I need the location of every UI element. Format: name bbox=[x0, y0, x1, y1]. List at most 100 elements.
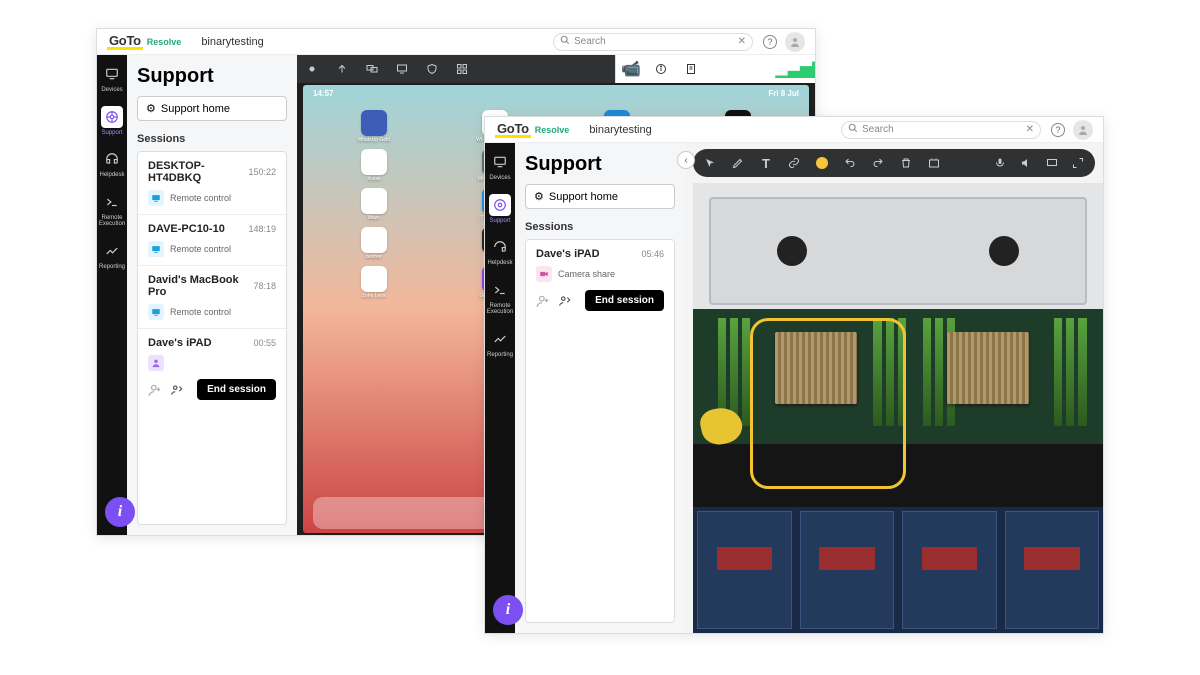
annotation-toolbar: T bbox=[693, 149, 1095, 177]
session-time: 148:19 bbox=[248, 224, 276, 234]
account-name[interactable]: binarytesting bbox=[589, 124, 651, 136]
page-title: Support bbox=[137, 65, 287, 88]
session-name: Dave's iPAD bbox=[148, 337, 212, 349]
end-session-button[interactable]: End session bbox=[585, 290, 664, 311]
session-card[interactable]: DAVE-PC10-10 148:19 Remote control bbox=[138, 215, 286, 266]
remote-toolbar-right: 📹 ▁▃▅▇ bbox=[615, 55, 815, 83]
nav-label: Remote Execution bbox=[487, 303, 513, 316]
nav-remote-execution[interactable]: Remote Execution bbox=[486, 279, 514, 316]
collapse-panel-button[interactable]: ‹ bbox=[677, 151, 695, 169]
product-logo: GoTo bbox=[107, 34, 143, 50]
pointer-icon[interactable] bbox=[703, 156, 717, 170]
nav-helpdesk[interactable]: Helpdesk bbox=[98, 148, 126, 179]
app-icon[interactable]: Xcess bbox=[315, 149, 433, 182]
app-label: Xcess bbox=[367, 176, 381, 182]
session-card[interactable]: David's MacBook Pro78:18Remote control bbox=[138, 266, 286, 329]
expand-icon[interactable] bbox=[1071, 156, 1085, 170]
app-label: Zoho Lens bbox=[362, 293, 386, 299]
tablet-date: Fri 8 Jul bbox=[768, 89, 799, 98]
nav-label: Support bbox=[489, 218, 510, 224]
mic-icon[interactable] bbox=[993, 156, 1007, 170]
camera-icon[interactable]: 📹 bbox=[624, 62, 638, 76]
app-icon[interactable]: WhatsUp Gold bbox=[315, 110, 433, 143]
search-input[interactable]: Search ✕ bbox=[841, 121, 1041, 139]
clear-search-icon[interactable]: ✕ bbox=[1026, 124, 1034, 135]
devices-icon bbox=[489, 151, 511, 173]
session-type: Remote control bbox=[170, 244, 231, 254]
info-icon[interactable] bbox=[654, 62, 668, 76]
session-card[interactable]: Dave's iPAD05:46Camera share End session bbox=[526, 240, 674, 319]
help-icon[interactable]: ? bbox=[763, 35, 777, 49]
undo-icon[interactable] bbox=[843, 156, 857, 170]
app-label: WhatsUp Gold bbox=[357, 137, 390, 143]
nav-devices[interactable]: Devices bbox=[486, 151, 514, 182]
screens-icon[interactable] bbox=[365, 62, 379, 76]
nav-devices[interactable]: Devices bbox=[98, 63, 126, 94]
clear-search-icon[interactable]: ✕ bbox=[738, 36, 746, 47]
support-home-button[interactable]: ⚙ Support home bbox=[525, 184, 675, 209]
redo-icon[interactable] bbox=[871, 156, 885, 170]
product-subname: Resolve bbox=[147, 37, 182, 47]
app-icon[interactable]: Waze bbox=[315, 188, 433, 221]
nav-label: Remote Execution bbox=[99, 215, 125, 228]
upload-icon[interactable] bbox=[335, 62, 349, 76]
search-placeholder: Search bbox=[862, 124, 894, 135]
add-user-icon[interactable] bbox=[536, 294, 550, 308]
annotation-highlight[interactable] bbox=[750, 318, 906, 489]
monitor-icon[interactable] bbox=[395, 62, 409, 76]
nav-helpdesk[interactable]: Helpdesk bbox=[486, 236, 514, 267]
user-avatar[interactable] bbox=[1073, 120, 1093, 140]
notes-icon[interactable] bbox=[684, 62, 698, 76]
record-icon[interactable] bbox=[305, 62, 319, 76]
camera-view-area: ‹ T bbox=[685, 143, 1103, 633]
support-icon bbox=[101, 106, 123, 128]
support-panel: Support ⚙ Support home Sessions Dave's i… bbox=[515, 143, 685, 633]
pen-icon[interactable] bbox=[731, 156, 745, 170]
info-fab[interactable]: i bbox=[105, 497, 135, 527]
link-icon[interactable] bbox=[787, 156, 801, 170]
product-logo: GoTo bbox=[495, 122, 531, 138]
nav-reporting[interactable]: Reporting bbox=[486, 328, 514, 359]
nav-reporting[interactable]: Reporting bbox=[98, 240, 126, 271]
remote-exec-icon bbox=[101, 191, 123, 213]
text-icon[interactable]: T bbox=[759, 156, 773, 170]
account-name[interactable]: binarytesting bbox=[201, 36, 263, 48]
helpdesk-icon bbox=[489, 236, 511, 258]
reporting-icon bbox=[101, 240, 123, 262]
shield-icon[interactable] bbox=[425, 62, 439, 76]
nav-label: Reporting bbox=[99, 264, 125, 270]
support-home-button[interactable]: ⚙ Support home bbox=[137, 96, 287, 121]
session-time: 78:18 bbox=[253, 281, 276, 291]
user-avatar[interactable] bbox=[785, 32, 805, 52]
camera-feed[interactable] bbox=[693, 183, 1103, 633]
sessions-heading: Sessions bbox=[525, 221, 675, 233]
nav-support[interactable]: Support bbox=[486, 194, 514, 225]
search-input[interactable]: Search ✕ bbox=[553, 33, 753, 51]
nav-remote-execution[interactable]: Remote Execution bbox=[98, 191, 126, 228]
swap-user-icon[interactable] bbox=[558, 294, 572, 308]
color-picker[interactable] bbox=[815, 156, 829, 170]
app-window-front: GoTo Resolve binarytesting Search ✕ ? De… bbox=[484, 116, 1104, 634]
session-name: DAVE-PC10-10 bbox=[148, 223, 225, 235]
app-icon[interactable]: brother bbox=[315, 227, 433, 260]
page-title: Support bbox=[525, 153, 675, 176]
nav-support[interactable]: Support bbox=[98, 106, 126, 137]
info-fab[interactable]: i bbox=[493, 595, 523, 625]
swap-user-icon[interactable] bbox=[170, 383, 184, 397]
share-screen-icon[interactable] bbox=[1045, 156, 1059, 170]
grid-icon[interactable] bbox=[455, 62, 469, 76]
reporting-icon bbox=[489, 328, 511, 350]
app-icon[interactable]: Zoho Lens bbox=[315, 266, 433, 299]
speaker-icon[interactable] bbox=[1019, 156, 1033, 170]
session-card[interactable]: DESKTOP-HT4DBKQ150:22Remote control bbox=[138, 152, 286, 215]
nav-rail: Devices Support Helpdesk Remote Executio… bbox=[485, 143, 515, 633]
add-user-icon[interactable] bbox=[148, 383, 162, 397]
sessions-list: DESKTOP-HT4DBKQ150:22Remote controlDAVE-… bbox=[137, 151, 287, 525]
snapshot-icon[interactable] bbox=[927, 156, 941, 170]
help-icon[interactable]: ? bbox=[1051, 123, 1065, 137]
nav-label: Devices bbox=[489, 175, 510, 181]
session-card[interactable]: Dave's iPAD00:55 End session bbox=[138, 329, 286, 408]
trash-icon[interactable] bbox=[899, 156, 913, 170]
session-name: David's MacBook Pro bbox=[148, 274, 253, 298]
end-session-button[interactable]: End session bbox=[197, 379, 276, 400]
